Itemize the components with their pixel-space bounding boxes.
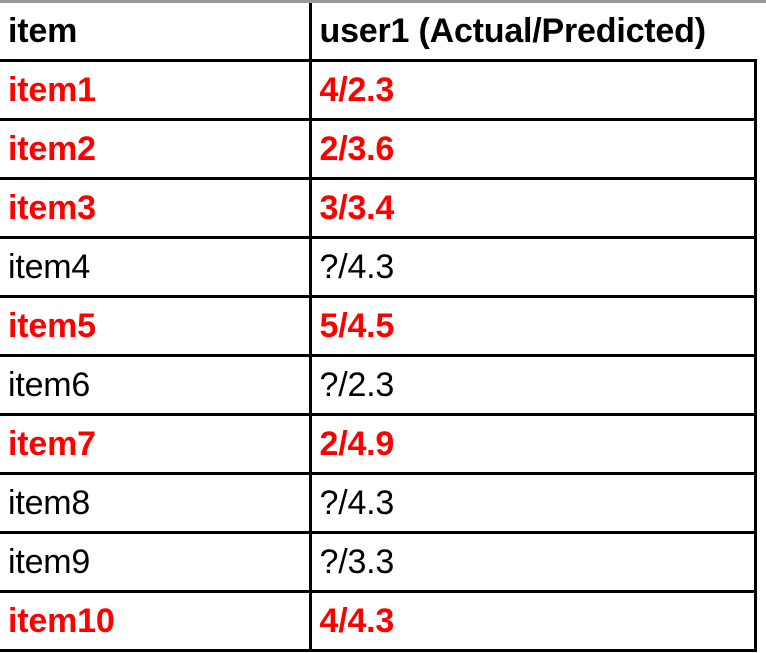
cell-item-name: item2: [0, 119, 312, 180]
cell-actual-predicted: 2/4.9: [310, 414, 757, 475]
cell-actual-predicted: ?/2.3: [310, 355, 757, 416]
cell-item-name: item7: [0, 414, 312, 475]
ratings-table-container: item user1 (Actual/Predicted) item1 4/2.3…: [0, 0, 766, 653]
header-row: item user1 (Actual/Predicted): [0, 3, 755, 62]
table-row: item9 ?/3.3: [0, 532, 757, 593]
table-row: item6 ?/2.3: [0, 355, 757, 416]
cell-item-name: item5: [0, 296, 312, 357]
cell-item-name: item4: [0, 237, 312, 298]
cell-item-name: item6: [0, 355, 312, 416]
table-body: item1 4/2.3 item2 2/3.6 item3 3/3.4 item4 ?/4.3…: [0, 60, 757, 652]
cell-item-name: item1: [0, 60, 312, 121]
table-row: item5 5/4.5: [0, 296, 757, 357]
cell-actual-predicted: 4/2.3: [310, 60, 757, 121]
table-row: item10 4/4.3: [0, 591, 757, 652]
column-header-item: item: [0, 3, 312, 62]
table-row: item8 ?/4.3: [0, 473, 757, 534]
column-header-user1-actual-predicted: user1 (Actual/Predicted): [310, 3, 755, 62]
table-row: item3 3/3.4: [0, 178, 757, 239]
table-row: item4 ?/4.3: [0, 237, 757, 298]
cell-actual-predicted: 5/4.5: [310, 296, 757, 357]
cell-actual-predicted: ?/4.3: [310, 473, 757, 534]
cell-item-name: item10: [0, 591, 312, 652]
table-header: item user1 (Actual/Predicted): [0, 3, 755, 62]
ratings-table: item user1 (Actual/Predicted) item1 4/2.3…: [0, 3, 757, 652]
cell-item-name: item9: [0, 532, 312, 593]
table-row: item7 2/4.9: [0, 414, 757, 475]
table-row: item1 4/2.3: [0, 60, 757, 121]
table-row: item2 2/3.6: [0, 119, 757, 180]
cell-actual-predicted: ?/3.3: [310, 532, 757, 593]
cell-actual-predicted: 2/3.6: [310, 119, 757, 180]
cell-actual-predicted: 3/3.4: [310, 178, 757, 239]
cell-actual-predicted: ?/4.3: [310, 237, 757, 298]
cell-item-name: item3: [0, 178, 312, 239]
cell-item-name: item8: [0, 473, 312, 534]
cell-actual-predicted: 4/4.3: [310, 591, 757, 652]
